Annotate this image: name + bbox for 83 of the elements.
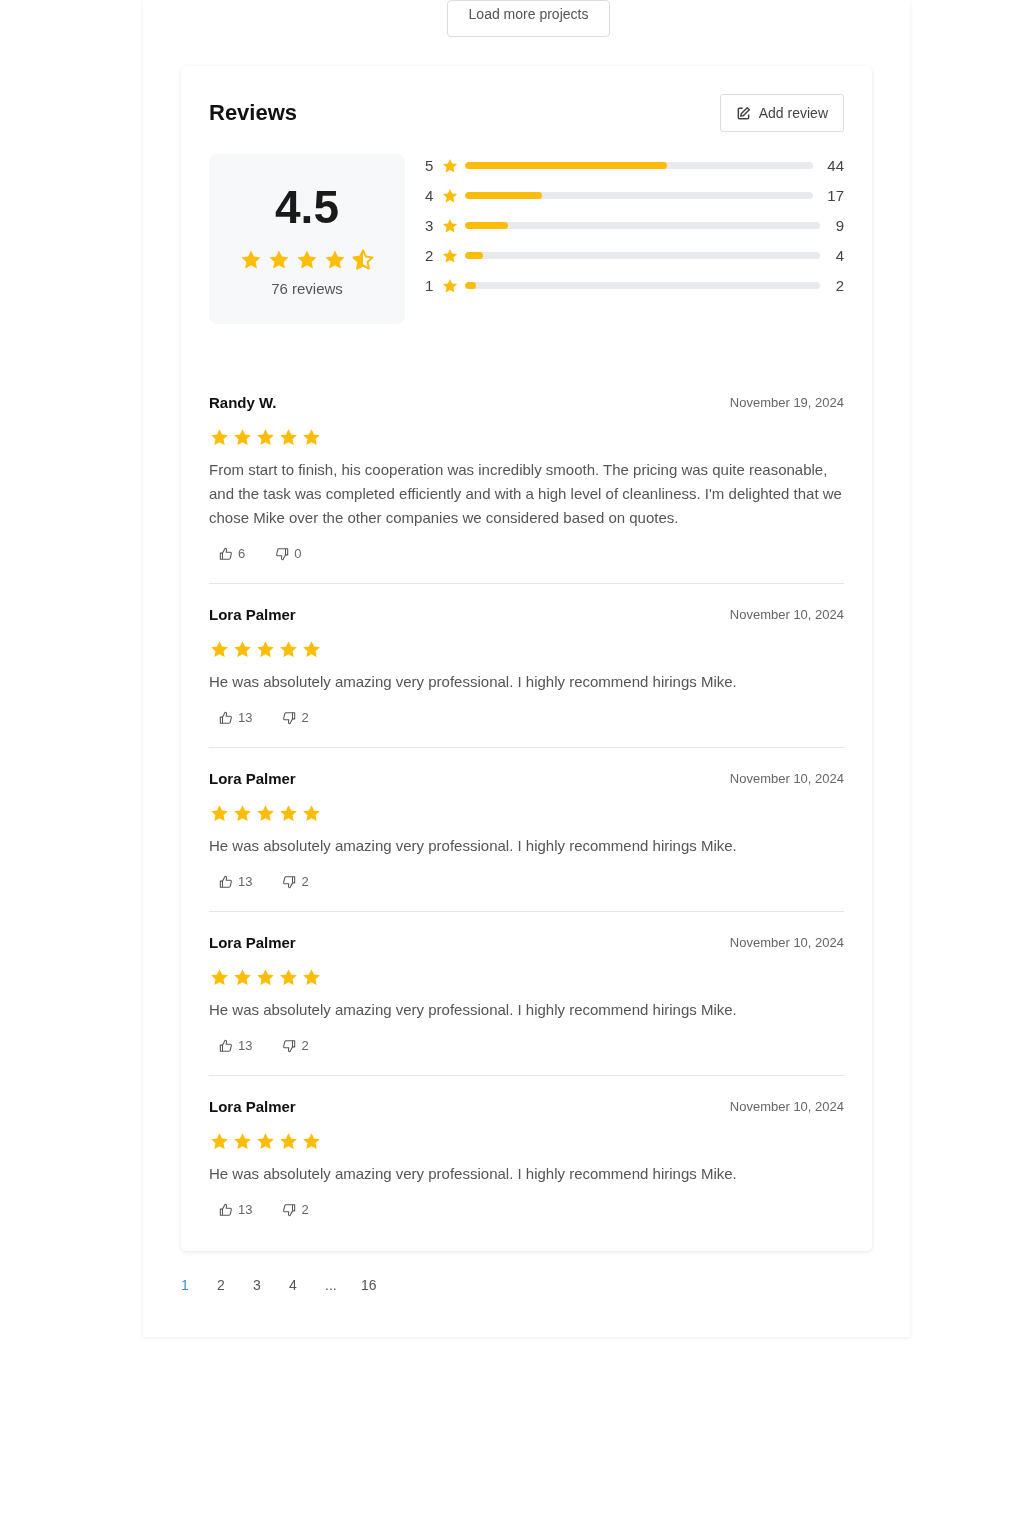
review-date: November 10, 2024	[729, 935, 844, 950]
thumbs-up-icon	[219, 874, 233, 889]
rating-label: 4	[425, 187, 435, 204]
review-date: November 19, 2024	[729, 395, 844, 410]
reviewer-name: Lora Palmer	[209, 1098, 296, 1115]
like-button[interactable]: 13	[219, 1202, 253, 1217]
review-date: November 10, 2024	[729, 607, 844, 622]
thumbs-down-icon	[282, 1038, 297, 1053]
star-icon	[301, 803, 322, 824]
reviewer-name: Lora Palmer	[209, 770, 296, 787]
star-icon	[209, 803, 230, 824]
like-button[interactable]: 13	[219, 1038, 253, 1053]
page-link[interactable]: 4	[289, 1273, 325, 1297]
thumbs-down-icon	[282, 874, 297, 889]
star-icon	[301, 967, 322, 988]
rating-count: 17	[827, 187, 844, 204]
load-more-button[interactable]: Load more projects	[447, 0, 610, 37]
star-icon	[255, 639, 276, 660]
reviews-title: Reviews	[209, 100, 298, 126]
star-icon	[232, 967, 253, 988]
star-icon	[232, 1131, 253, 1152]
reviewer-name: Randy W.	[209, 394, 277, 411]
edit-icon	[735, 105, 751, 121]
star-icon	[209, 967, 230, 988]
star-icon	[209, 1131, 230, 1152]
thumbs-down-icon	[282, 1202, 297, 1217]
rating-count: 2	[834, 277, 844, 294]
average-score: 4.5	[275, 180, 339, 234]
page-link[interactable]: 2	[217, 1273, 253, 1297]
star-icon	[232, 639, 253, 660]
rating-label: 2	[425, 247, 435, 264]
star-icon	[278, 1131, 299, 1152]
thumbs-down-icon	[275, 546, 290, 561]
review-text: He was absolutely amazing very professional. I highly recommend hirings Mike.	[209, 1164, 738, 1184]
star-icon	[232, 803, 253, 824]
rating-label: 3	[425, 217, 435, 234]
rating-count: 9	[834, 217, 844, 234]
star-icon	[278, 803, 299, 824]
review-text: He was absolutely amazing very professional. I highly recommend hirings Mike.	[209, 1000, 738, 1020]
reviewer-name: Lora Palmer	[209, 934, 296, 951]
rating-count: 4	[834, 247, 844, 264]
review-text: He was absolutely amazing very professional. I highly recommend hirings Mike.	[209, 836, 738, 856]
review-text: From start to finish, his cooperation was incredibly smooth. The pricing was quite reasonable, and the task was completed efficiently and with a high level of cleanliness. I'm delighted that we chose Mike over the other companies we considered based on quotes.	[209, 460, 843, 528]
page-link[interactable]: ...	[325, 1273, 361, 1297]
thumbs-up-icon	[219, 1202, 233, 1217]
review-text: He was absolutely amazing very professional. I highly recommend hirings Mike.	[209, 672, 738, 692]
thumbs-down-icon	[282, 710, 297, 725]
rating-count: 44	[827, 157, 844, 174]
review-date: November 10, 2024	[729, 1099, 844, 1114]
star-icon	[301, 639, 322, 660]
thumbs-up-icon	[219, 1038, 233, 1053]
dislike-button[interactable]: 2	[282, 710, 309, 725]
reviewer-name: Lora Palmer	[209, 606, 296, 623]
page-link[interactable]: 1	[181, 1273, 217, 1297]
review-count: 76 reviews	[271, 280, 343, 297]
star-icon	[278, 967, 299, 988]
star-icon	[351, 248, 375, 272]
star-icon	[209, 427, 230, 448]
like-button[interactable]: 6	[219, 546, 246, 561]
star-icon	[301, 1131, 322, 1152]
thumbs-up-icon	[219, 710, 233, 725]
review-date: November 10, 2024	[729, 771, 844, 786]
add-review-button[interactable]: Add review	[719, 94, 844, 132]
page-link[interactable]: 3	[253, 1273, 289, 1297]
dislike-button[interactable]: 2	[282, 1202, 309, 1217]
star-icon	[255, 967, 276, 988]
star-icon	[232, 427, 253, 448]
page-link[interactable]: 16	[361, 1273, 397, 1297]
thumbs-up-icon	[219, 546, 233, 561]
like-button[interactable]: 13	[219, 874, 253, 889]
dislike-button[interactable]: 2	[282, 1038, 309, 1053]
rating-label: 1	[425, 277, 435, 294]
star-icon	[209, 639, 230, 660]
dislike-button[interactable]: 0	[275, 546, 302, 561]
dislike-button[interactable]: 2	[282, 874, 309, 889]
rating-label: 5	[425, 157, 435, 174]
star-icon	[255, 427, 276, 448]
star-icon	[278, 639, 299, 660]
star-icon	[255, 803, 276, 824]
star-icon	[301, 427, 322, 448]
like-button[interactable]: 13	[219, 710, 253, 725]
star-icon	[255, 1131, 276, 1152]
star-icon	[278, 427, 299, 448]
